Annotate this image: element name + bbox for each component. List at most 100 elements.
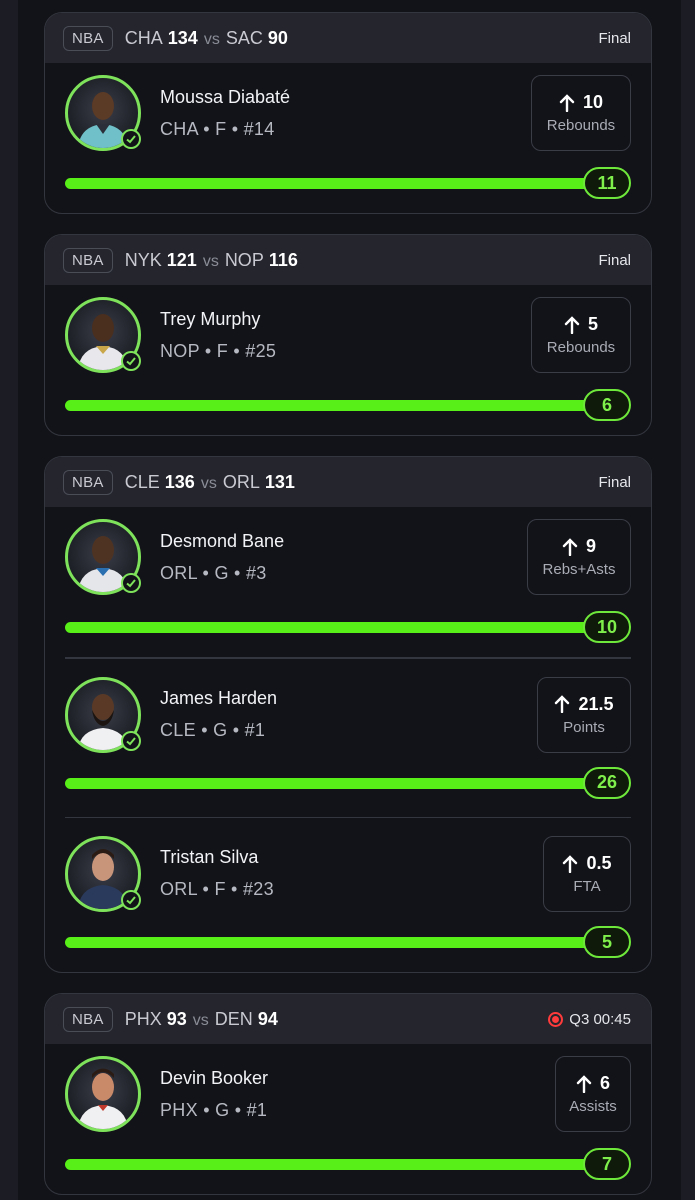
- away-team: NOP: [224, 249, 264, 270]
- picks-feed: NBA CHA 134 vs SAC 90 Final Moussa Diaba…: [44, 12, 652, 1200]
- away-score: 116: [268, 249, 298, 270]
- player-pick[interactable]: Tristan Silva ORL • F • #23 0.5 FTA 5: [45, 818, 651, 972]
- stat-type: FTA: [573, 878, 601, 895]
- vs-label: vs: [200, 474, 217, 492]
- line-value: 5: [587, 314, 598, 334]
- game-status: Q3 00:45: [548, 1011, 631, 1028]
- progress-bar: 5: [65, 926, 631, 958]
- player-meta: ORL • G • #3: [160, 563, 267, 583]
- player-pick[interactable]: Devin Booker PHX • G • #1 6 Assists 7: [45, 1044, 651, 1194]
- player-meta: CLE • G • #1: [160, 719, 266, 740]
- vs-label: vs: [203, 30, 220, 48]
- game-card[interactable]: NBA PHX 93 vs DEN 94 Q3 00:45 Devin Book…: [44, 993, 652, 1195]
- away-team: DEN: [214, 1008, 253, 1029]
- game-status: Final: [598, 30, 631, 47]
- away-team: ORL: [222, 471, 260, 492]
- progress-fill: [65, 777, 611, 789]
- game-card[interactable]: NBA NYK 121 vs NOP 116 Final Trey Murphy…: [44, 234, 652, 436]
- player-meta: NOP • F • #25: [160, 341, 277, 361]
- player-avatar: [65, 75, 141, 151]
- player-meta: ORL • F • #23: [160, 879, 274, 899]
- away-score: 131: [264, 471, 295, 492]
- line-value: 9: [585, 536, 596, 556]
- player-avatar: [65, 676, 141, 753]
- projection-line: 10: [559, 92, 603, 113]
- matchup: PHX 93 vs DEN 94: [125, 1009, 278, 1030]
- game-card[interactable]: NBA CLE 136 vs ORL 131 Final Desmond Ban…: [44, 456, 652, 973]
- status-text: Final: [598, 251, 631, 269]
- left-rail: [0, 0, 18, 1200]
- player-avatar: [65, 297, 141, 373]
- matchup: CLE 136 vs ORL 131: [125, 472, 295, 493]
- projection-line: 21.5: [554, 693, 614, 715]
- player-avatar: [65, 1056, 141, 1132]
- game-header: NBA CLE 136 vs ORL 131 Final: [45, 457, 651, 507]
- arrow-up-icon: [559, 93, 575, 112]
- progress-bar: 11: [65, 167, 631, 199]
- status-text: Final: [598, 29, 631, 47]
- arrow-up-icon: [562, 537, 578, 556]
- player-pick[interactable]: Trey Murphy NOP • F • #25 5 Rebounds 6: [45, 285, 651, 435]
- home-team: NYK: [124, 249, 162, 270]
- progress-bar: 7: [65, 1148, 631, 1180]
- player-avatar: [65, 519, 141, 595]
- projection-box: 9 Rebs+Asts: [527, 519, 631, 595]
- progress-bar: 6: [65, 389, 631, 421]
- result-pill: 26: [583, 766, 631, 799]
- line-value: 10: [582, 92, 604, 112]
- away-team: SAC: [225, 27, 263, 48]
- stat-type: Rebounds: [546, 339, 616, 356]
- league-badge: NBA: [63, 247, 113, 273]
- avatar: [65, 1056, 141, 1132]
- player-name: Tristan Silva: [160, 847, 259, 867]
- arrow-up-icon: [576, 1074, 592, 1093]
- projection-box: 21.5 Points: [537, 676, 631, 753]
- live-icon: [548, 1011, 564, 1027]
- check-icon: [121, 573, 141, 593]
- league-badge: NBA: [63, 1006, 113, 1032]
- player-meta: PHX • G • #1: [160, 1100, 268, 1120]
- result-pill: 11: [583, 167, 631, 199]
- player-meta: CHA • F • #14: [160, 119, 275, 139]
- line-value: 6: [599, 1073, 610, 1093]
- stat-type: Points: [563, 718, 605, 736]
- home-score: 136: [164, 471, 195, 492]
- home-score: 121: [166, 249, 197, 270]
- away-score: 90: [267, 27, 288, 48]
- arrow-up-icon: [563, 854, 578, 873]
- stat-type: Rebs+Asts: [542, 561, 616, 578]
- projection-box: 0.5 FTA: [543, 836, 631, 912]
- check-icon: [121, 351, 141, 371]
- away-score: 94: [257, 1008, 278, 1029]
- projection-box: 6 Assists: [555, 1056, 631, 1132]
- projection-box: 10 Rebounds: [531, 75, 631, 151]
- check-icon: [121, 890, 141, 910]
- line-value: 21.5: [578, 693, 614, 714]
- matchup: NYK 121 vs NOP 116: [125, 250, 298, 271]
- game-status: Final: [598, 252, 631, 269]
- projection-line: 9: [562, 536, 596, 557]
- player-name: Devin Booker: [160, 1068, 269, 1088]
- status-text: Final: [598, 473, 631, 491]
- line-value: 0.5: [586, 853, 612, 873]
- progress-bar: 26: [65, 766, 631, 799]
- player-photo-icon: [78, 1068, 128, 1129]
- game-card[interactable]: NBA CHA 134 vs SAC 90 Final Moussa Diaba…: [44, 12, 652, 214]
- progress-fill: [65, 400, 611, 411]
- progress-fill: [65, 178, 611, 189]
- progress-fill: [65, 937, 611, 948]
- player-name: Trey Murphy: [160, 309, 261, 329]
- player-name: James Harden: [160, 687, 278, 708]
- player-pick[interactable]: Moussa Diabaté CHA • F • #14 10 Rebounds…: [45, 63, 651, 213]
- arrow-up-icon: [564, 315, 580, 334]
- game-header: NBA NYK 121 vs NOP 116 Final: [45, 235, 651, 285]
- player-pick[interactable]: Desmond Bane ORL • G • #3 9 Rebs+Asts 10: [45, 507, 651, 657]
- result-pill: 5: [583, 926, 631, 958]
- game-status: Final: [598, 474, 631, 491]
- status-text: Q3 00:45: [569, 1010, 631, 1028]
- game-header: NBA CHA 134 vs SAC 90 Final: [45, 13, 651, 63]
- home-team: PHX: [124, 1008, 162, 1029]
- projection-box: 5 Rebounds: [531, 297, 631, 373]
- player-pick[interactable]: James Harden CLE • G • #1 21.5 Points 26: [45, 659, 651, 817]
- home-team: CLE: [124, 471, 160, 492]
